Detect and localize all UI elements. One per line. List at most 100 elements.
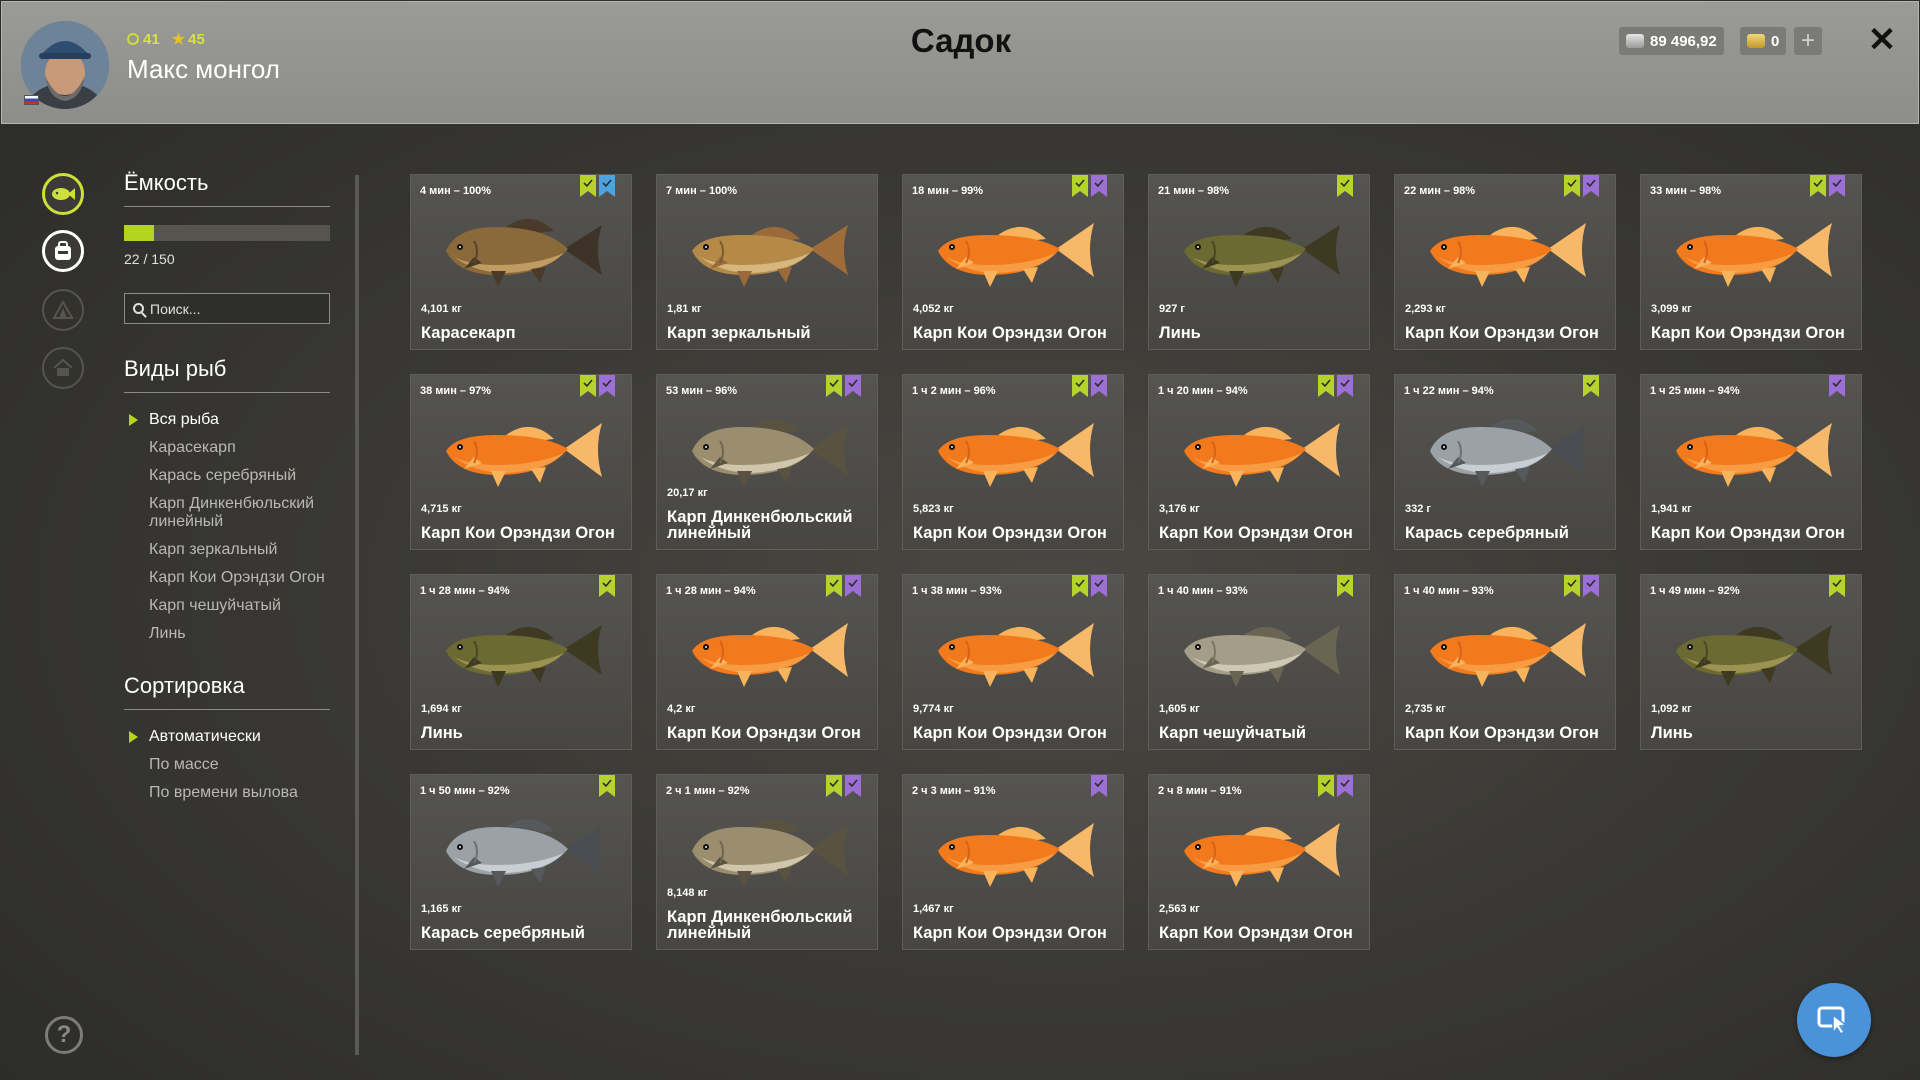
catch-time-freshness: 1 ч 38 мин – 93% [912, 585, 1002, 597]
fish-card[interactable]: 4 мин – 100% 4,101 кг Карасекарп [410, 174, 632, 350]
fish-card[interactable]: 21 мин – 98% 927 г Линь [1148, 174, 1370, 350]
green-bookmark-icon [1564, 175, 1580, 197]
fish-name: Карп Кои Орэндзи Огон [1651, 524, 1845, 542]
fish-image [1420, 405, 1592, 493]
fish-weight: 1,092 кг [1651, 703, 1692, 715]
green-bookmark-icon [1810, 175, 1826, 197]
badge-group [599, 575, 615, 597]
sorting-list: Автоматически По массе По времени вылова [124, 728, 330, 802]
purple-bookmark-icon [1091, 375, 1107, 397]
badge-group [1337, 575, 1353, 597]
badge-group [1072, 175, 1107, 197]
fish-name: Карп Кои Орэндзи Огон [1405, 724, 1599, 742]
fish-card[interactable]: 1 ч 50 мин – 92% 1,165 кг Карась серебрян… [410, 774, 632, 950]
help-button[interactable]: ? [45, 1016, 83, 1054]
fish-weight: 1,81 кг [667, 303, 702, 315]
fish-weight: 3,176 кг [1159, 503, 1200, 515]
fish-card[interactable]: 1 ч 22 мин – 94% 332 г Карась серебряный [1394, 374, 1616, 550]
catch-time-freshness: 7 мин – 100% [666, 185, 738, 197]
fish-card[interactable]: 22 мин – 98% 2,293 кг Карп Кои Орэндзи Ог… [1394, 174, 1616, 350]
purple-bookmark-icon [1091, 775, 1107, 797]
fish-card[interactable]: 1 ч 40 мин – 93% 2,735 кг Карп Кои Орэндз… [1394, 574, 1616, 750]
capacity-bar [124, 225, 330, 241]
fish-name: Карась серебряный [421, 924, 585, 942]
species-option[interactable]: Карасекарп [124, 439, 330, 457]
species-option[interactable]: Карп зеркальный [124, 541, 330, 559]
fish-image [682, 805, 854, 893]
catch-time-freshness: 2 ч 3 мин – 91% [912, 785, 996, 797]
species-list: Вся рыба Карасекарп Карась серебряный Карп … [124, 411, 330, 643]
badge-group [826, 375, 861, 397]
fish-card[interactable]: 33 мин – 98% 3,099 кг Карп Кои Орэндзи Ог… [1640, 174, 1862, 350]
purple-bookmark-icon [1583, 175, 1599, 197]
species-option[interactable]: Карп Динкенбюльский линейный [124, 495, 330, 531]
species-option[interactable]: Линь [124, 625, 330, 643]
catch-time-freshness: 2 ч 1 мин – 92% [666, 785, 750, 797]
fish-card[interactable]: 7 мин – 100% 1,81 кг Карп зеркальный [656, 174, 878, 350]
fish-weight: 1,941 кг [1651, 503, 1692, 515]
search-input[interactable]: Поиск... [124, 293, 330, 324]
fish-name: Карп Кои Орэндзи Огон [913, 924, 1107, 942]
fish-card[interactable]: 1 ч 40 мин – 93% 1,605 кг Карп чешуйчатый [1148, 574, 1370, 750]
species-option[interactable]: Вся рыба [124, 411, 330, 429]
fish-name: Карп Динкенбюльский линейный [667, 508, 853, 542]
add-currency-button[interactable]: + [1794, 27, 1822, 55]
green-bookmark-icon [1583, 375, 1599, 397]
house-icon [42, 347, 84, 389]
fish-card[interactable]: 53 мин – 96% 20,17 кг Карп Динкенбюльский… [656, 374, 878, 550]
species-option[interactable]: Карп Кои Орэндзи Огон [124, 569, 330, 587]
purple-bookmark-icon [1091, 575, 1107, 597]
fish-card[interactable]: 2 ч 8 мин – 91% 2,563 кг Карп Кои Орэндзи… [1148, 774, 1370, 950]
species-option[interactable]: Карп чешуйчатый [124, 597, 330, 615]
fish-weight: 4,052 кг [913, 303, 954, 315]
fish-name: Линь [421, 724, 463, 742]
green-bookmark-icon [1072, 175, 1088, 197]
keepnet-fish-icon[interactable] [42, 173, 84, 215]
fish-card[interactable]: 1 ч 38 мин – 93% 9,774 кг Карп Кои Орэндз… [902, 574, 1124, 750]
catch-time-freshness: 1 ч 20 мин – 94% [1158, 385, 1248, 397]
fish-name: Карп Кои Орэндзи Огон [1405, 324, 1599, 342]
purple-bookmark-icon [845, 775, 861, 797]
fish-card[interactable]: 2 ч 1 мин – 92% 8,148 кг Карп Динкенбюльс… [656, 774, 878, 950]
fish-image [1174, 205, 1346, 293]
fish-card[interactable]: 2 ч 3 мин – 91% 1,467 кг Карп Кои Орэндзи… [902, 774, 1124, 950]
green-bookmark-icon [1564, 575, 1580, 597]
green-bookmark-icon [1337, 575, 1353, 597]
inventory-bag-icon[interactable] [42, 230, 84, 272]
filter-panel: Ёмкость 22 / 150 Поиск... Виды рыб Вся р… [124, 170, 330, 812]
purple-bookmark-icon [845, 375, 861, 397]
catch-time-freshness: 1 ч 22 мин – 94% [1404, 385, 1494, 397]
fish-weight: 4,2 кг [667, 703, 696, 715]
sort-option[interactable]: По времени вылова [124, 784, 330, 802]
fish-image [1174, 605, 1346, 693]
green-bookmark-icon [1072, 375, 1088, 397]
fish-image [1666, 205, 1838, 293]
fish-name: Карп Кои Орэндзи Огон [667, 724, 861, 742]
sort-option[interactable]: По массе [124, 756, 330, 774]
fish-card[interactable]: 18 мин – 99% 4,052 кг Карп Кои Орэндзи Ог… [902, 174, 1124, 350]
fish-card[interactable]: 38 мин – 97% 4,715 кг Карп Кои Орэндзи Ог… [410, 374, 632, 550]
green-bookmark-icon [1318, 375, 1334, 397]
purple-bookmark-icon [1829, 375, 1845, 397]
fish-name: Карасекарп [421, 324, 516, 342]
close-button[interactable]: ✕ [1864, 22, 1900, 58]
purple-bookmark-icon [599, 375, 615, 397]
cursor-icon [1817, 1006, 1848, 1035]
fish-name: Карась серебряный [1405, 524, 1569, 542]
fish-card[interactable]: 1 ч 2 мин – 96% 5,823 кг Карп Кои Орэндзи… [902, 374, 1124, 550]
catch-time-freshness: 1 ч 25 мин – 94% [1650, 385, 1740, 397]
green-bookmark-icon [1337, 175, 1353, 197]
fish-name: Карп зеркальный [667, 324, 811, 342]
fish-card[interactable]: 1 ч 25 мин – 94% 1,941 кг Карп Кои Орэндз… [1640, 374, 1862, 550]
search-icon [133, 303, 144, 314]
fish-card[interactable]: 1 ч 20 мин – 94% 3,176 кг Карп Кои Орэндз… [1148, 374, 1370, 550]
catch-time-freshness: 38 мин – 97% [420, 385, 492, 397]
fish-card[interactable]: 1 ч 28 мин – 94% 1,694 кг Линь [410, 574, 632, 750]
species-option[interactable]: Карась серебряный [124, 467, 330, 485]
cursor-mode-button[interactable] [1797, 983, 1871, 1057]
fish-card[interactable]: 1 ч 28 мин – 94% 4,2 кг Карп Кои Орэндзи … [656, 574, 878, 750]
fish-name: Карп Кои Орэндзи Огон [1651, 324, 1845, 342]
fish-card[interactable]: 1 ч 49 мин – 92% 1,092 кг Линь [1640, 574, 1862, 750]
badge-group [826, 575, 861, 597]
sort-option[interactable]: Автоматически [124, 728, 330, 746]
